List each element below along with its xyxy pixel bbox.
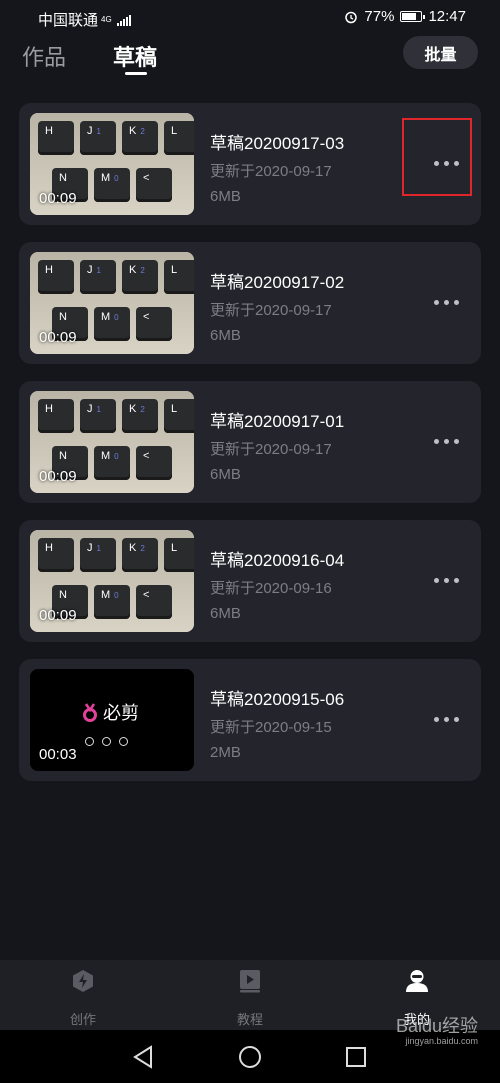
more-options-icon[interactable] — [434, 439, 459, 444]
keyboard-key: M0 — [94, 168, 130, 202]
more-options-icon[interactable] — [434, 300, 459, 305]
draft-duration: 00:09 — [39, 329, 77, 346]
keyboard-key: < — [136, 168, 172, 202]
carrier-info: 中国联通 4G — [38, 9, 131, 30]
draft-card[interactable]: H J 1 K 2 L N M 0 < 00:09 草稿20200917-02 更新于2020-0… — [19, 242, 481, 364]
watermark-sub: jingyan.baidu.com — [405, 1036, 478, 1046]
keyboard-key: K2 — [122, 399, 158, 433]
draft-title: 草稿20200917-02 — [210, 273, 345, 292]
keyboard-key: J1 — [80, 538, 116, 572]
draft-duration: 00:03 — [39, 746, 77, 763]
draft-thumbnail[interactable]: H J 1 K 2 L N M 0 < 00:09 — [30, 113, 194, 215]
draft-duration: 00:09 — [39, 607, 77, 624]
keyboard-key: M0 — [94, 307, 130, 341]
star-icon — [119, 737, 128, 746]
keyboard-key: < — [136, 585, 172, 619]
home-icon[interactable] — [238, 1045, 262, 1069]
draft-title: 草稿20200916-04 — [210, 551, 345, 570]
clock: 12:47 — [428, 8, 466, 25]
keyboard-key: K2 — [122, 121, 158, 155]
tab-drafts[interactable]: 草稿 — [113, 40, 157, 72]
keyboard-key: L — [164, 121, 194, 155]
draft-size: 6MB — [210, 327, 241, 344]
draft-title: 草稿20200917-01 — [210, 412, 345, 431]
coin-icon — [102, 737, 111, 746]
keyboard-key: < — [136, 446, 172, 480]
active-tab-indicator — [125, 72, 147, 75]
draft-thumbnail[interactable]: H J 1 K 2 L N M 0 < 00:09 — [30, 252, 194, 354]
draft-title: 草稿20200915-06 — [210, 690, 345, 709]
nav-create-label: 创作 — [69, 1012, 96, 1027]
more-options-icon[interactable] — [434, 578, 459, 583]
draft-title: 草稿20200917-03 — [210, 134, 345, 153]
logo-badges — [85, 737, 128, 746]
draft-thumbnail[interactable]: H J 1 K 2 L N M 0 < 00:09 — [30, 391, 194, 493]
recents-icon[interactable] — [345, 1046, 367, 1068]
watermark-text: Baidu经验 — [395, 1016, 478, 1036]
draft-thumbnail[interactable]: 必剪 00:03 — [30, 669, 194, 771]
keyboard-key: M0 — [94, 446, 130, 480]
bijian-logo-icon — [83, 703, 97, 722]
highlight-box — [402, 118, 472, 196]
signal-icon — [116, 14, 131, 26]
draft-date: 更新于2020-09-16 — [210, 580, 332, 597]
keyboard-key: L — [164, 260, 194, 294]
back-icon[interactable] — [132, 1045, 154, 1069]
play-book-icon — [240, 970, 260, 993]
draft-size: 6MB — [210, 466, 241, 483]
status-right: 77% 12:47 — [344, 8, 466, 25]
keyboard-key: M0 — [94, 585, 130, 619]
draft-thumbnail[interactable]: H J 1 K 2 L N M 0 < 00:09 — [30, 530, 194, 632]
keyboard-key: H — [38, 399, 74, 433]
keyboard-key: K2 — [122, 260, 158, 294]
keyboard-key: L — [164, 399, 194, 433]
keyboard-key: K2 — [122, 538, 158, 572]
draft-card[interactable]: H J 1 K 2 L N M 0 < 00:09 草稿20200916-04 更新于2020-0… — [19, 520, 481, 642]
like-icon — [85, 737, 94, 746]
battery-percent: 77% — [364, 8, 395, 25]
network-type: 4G — [101, 14, 112, 24]
watermark: Baidu经验 jingyan.baidu.com — [396, 1012, 478, 1046]
draft-duration: 00:09 — [39, 190, 77, 207]
nav-tutorial-label: 教程 — [236, 1012, 263, 1027]
keyboard-key: J1 — [80, 121, 116, 155]
status-bar: 中国联通 4G 77% 12:47 — [0, 0, 500, 34]
alarm-icon — [345, 11, 358, 23]
battery-icon — [400, 11, 426, 22]
keyboard-key: J1 — [80, 399, 116, 433]
draft-date: 更新于2020-09-15 — [210, 719, 332, 736]
keyboard-key: H — [38, 538, 74, 572]
draft-size: 6MB — [210, 605, 241, 622]
draft-card[interactable]: 必剪 00:03 草稿20200915-06 更新于2020-09-15 2MB — [19, 659, 481, 781]
nav-tutorial[interactable]: 教程 — [167, 960, 333, 1030]
keyboard-key: J1 — [80, 260, 116, 294]
tab-works[interactable]: 作品 — [22, 40, 66, 72]
draft-date: 更新于2020-09-17 — [210, 441, 332, 458]
draft-size: 2MB — [210, 744, 241, 761]
draft-date: 更新于2020-09-17 — [210, 163, 332, 180]
draft-card[interactable]: H J 1 K 2 L N M 0 < 00:09 草稿20200917-01 更新于2020-0… — [19, 381, 481, 503]
nav-create[interactable]: 创作 — [0, 960, 166, 1030]
draft-date: 更新于2020-09-17 — [210, 302, 332, 319]
draft-duration: 00:09 — [39, 468, 77, 485]
lightning-icon — [73, 970, 93, 992]
keyboard-key: H — [38, 260, 74, 294]
more-options-icon[interactable] — [434, 717, 459, 722]
draft-size: 6MB — [210, 188, 241, 205]
keyboard-key: L — [164, 538, 194, 572]
batch-button[interactable]: 批量 — [403, 36, 478, 69]
logo-text: 必剪 — [103, 703, 139, 723]
keyboard-key: H — [38, 121, 74, 155]
carrier-name: 中国联通 — [38, 12, 99, 29]
keyboard-key: < — [136, 307, 172, 341]
bijian-logo: 必剪 — [82, 699, 139, 725]
profile-icon — [406, 970, 428, 992]
